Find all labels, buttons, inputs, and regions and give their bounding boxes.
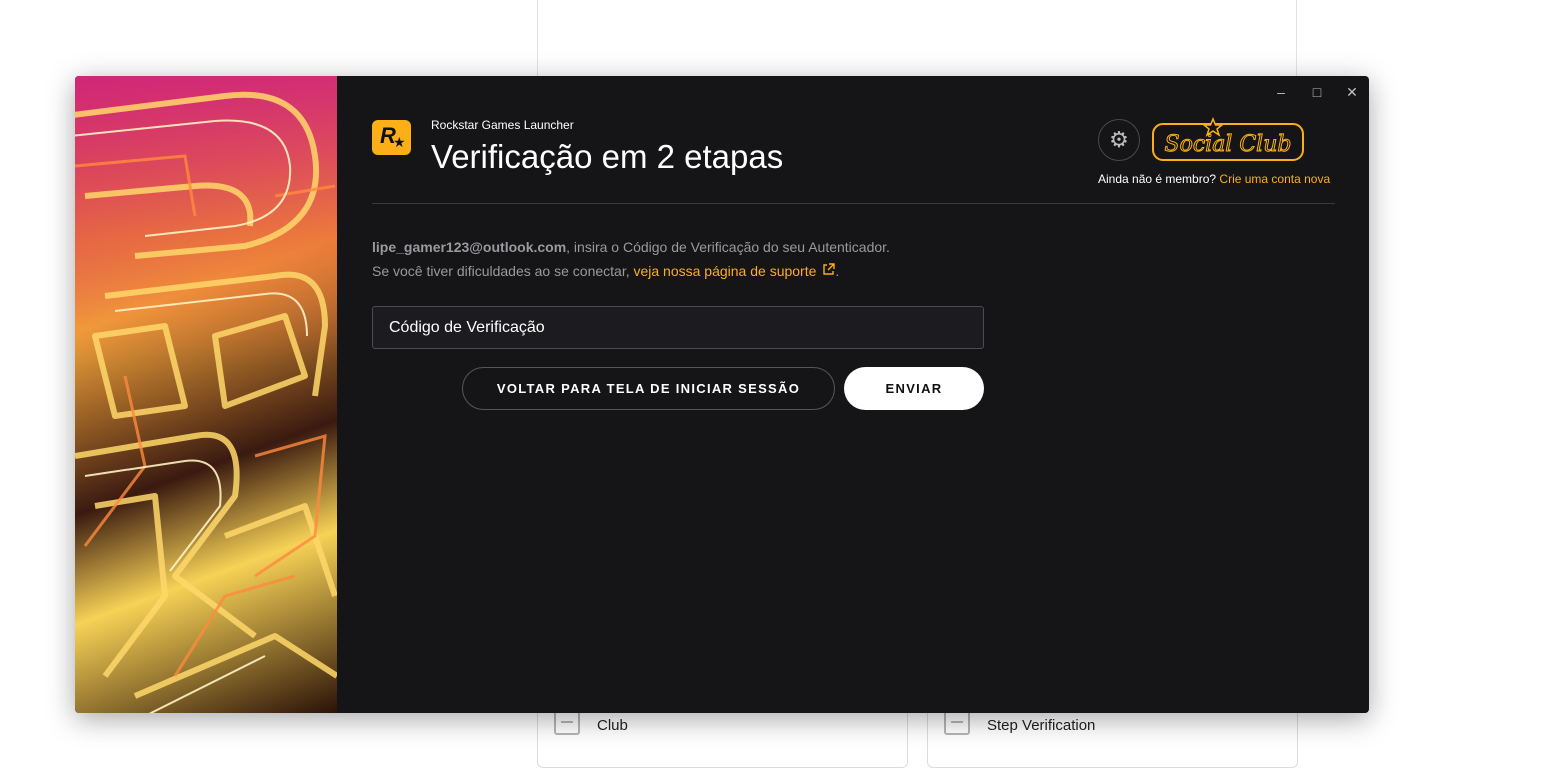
instruction-text: , insira o Código de Verificação do seu …	[566, 239, 890, 255]
member-prompt: Ainda não é membro?	[1098, 172, 1217, 186]
app-name: Rockstar Games Launcher	[431, 118, 574, 132]
create-account-link[interactable]: Crie uma conta nova	[1219, 172, 1330, 186]
instruction-text: Se você tiver dificuldades ao se conecta…	[372, 263, 634, 279]
social-club-logo[interactable]: Social Club	[1151, 116, 1305, 166]
header-divider	[372, 203, 1335, 204]
verification-code-input[interactable]: Código de Verificação	[372, 306, 984, 349]
option-card-label: Step Verification	[987, 717, 1096, 734]
option-card-label: Club	[597, 717, 628, 734]
instruction-text: .	[835, 263, 840, 279]
star-icon: ★	[393, 134, 406, 150]
launcher-window: – □ ✕ R ★ Rockstar Games Launcher Verifi…	[75, 76, 1369, 713]
instruction-line-1: lipe_gamer123@outlook.com, insira o Códi…	[372, 239, 890, 255]
promo-artwork	[75, 76, 337, 713]
support-page-link[interactable]: veja nossa página de suporte	[633, 263, 816, 279]
page-title: Verificação em 2 etapas	[431, 138, 784, 175]
social-club-logo-text: Social Club	[1165, 132, 1292, 157]
neon-artwork-graphic	[75, 91, 337, 713]
maximize-button[interactable]: □	[1307, 84, 1327, 100]
user-email: lipe_gamer123@outlook.com	[372, 239, 567, 255]
instruction-line-2: Se você tiver dificuldades ao se conecta…	[372, 263, 839, 279]
member-prompt-row: Ainda não é membro? Crie uma conta nova	[1098, 172, 1330, 186]
gear-icon[interactable]: ⚙	[1098, 119, 1140, 161]
send-button[interactable]: ENVIAR	[844, 367, 984, 410]
back-to-login-button[interactable]: VOLTAR PARA TELA DE INICIAR SESSÃO	[462, 367, 835, 410]
minimize-button[interactable]: –	[1271, 84, 1291, 100]
rockstar-logo: R ★	[372, 120, 411, 155]
external-link-icon[interactable]	[822, 263, 836, 279]
close-button[interactable]: ✕	[1342, 84, 1362, 101]
